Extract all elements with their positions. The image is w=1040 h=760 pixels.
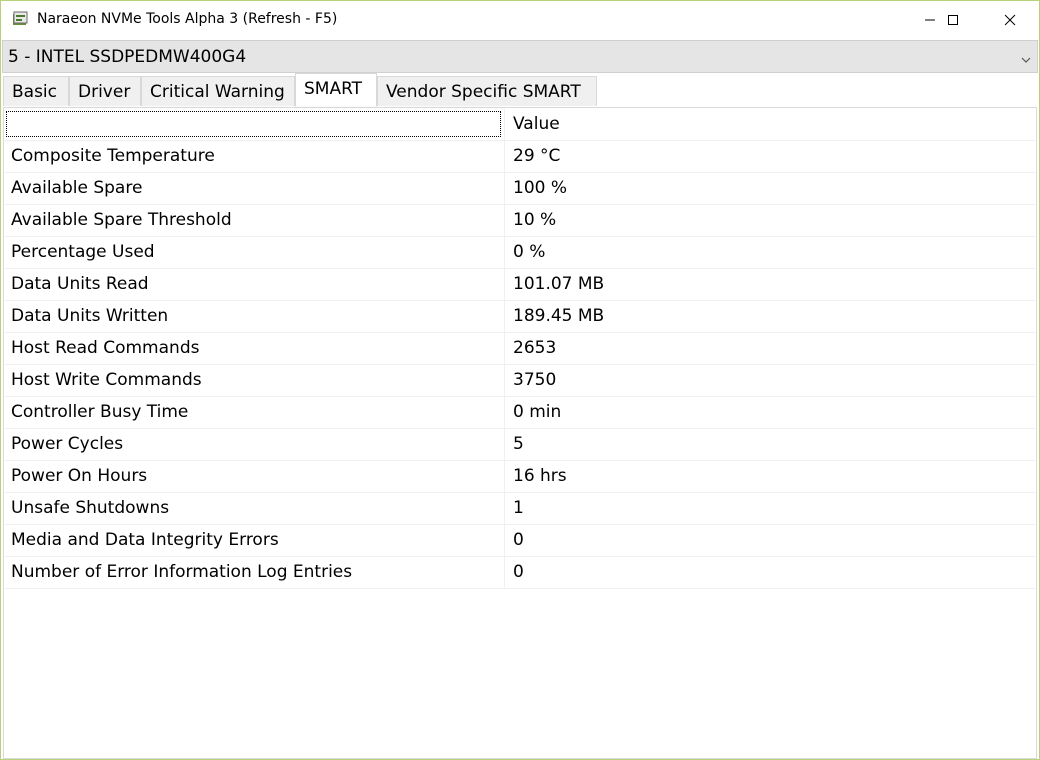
app-window: Naraeon NVMe Tools Alpha 3 (Refresh - F5… xyxy=(0,0,1040,760)
table-row[interactable]: Power On Hours 16 hrs xyxy=(5,461,1035,493)
column-divider xyxy=(504,397,505,428)
attribute-value: 2653 xyxy=(513,338,557,358)
column-divider xyxy=(504,365,505,396)
attribute-name: Available Spare Threshold xyxy=(11,210,232,230)
column-divider xyxy=(504,525,505,556)
table-row[interactable]: Data Units Written 189.45 MB xyxy=(5,301,1035,333)
column-divider xyxy=(504,493,505,524)
column-divider xyxy=(504,141,505,172)
drive-dropdown[interactable]: 5 - INTEL SSDPEDMW400G4 xyxy=(2,40,1038,73)
chevron-down-icon xyxy=(1020,51,1032,63)
maximize-button[interactable] xyxy=(930,1,976,39)
attribute-value: 189.45 MB xyxy=(513,306,605,326)
tab-basic[interactable]: Basic xyxy=(3,76,69,106)
close-button[interactable] xyxy=(987,1,1033,39)
value-column-header[interactable]: Value xyxy=(513,109,560,140)
table-row[interactable]: Number of Error Information Log Entries … xyxy=(5,557,1035,589)
table-row[interactable]: Controller Busy Time 0 min xyxy=(5,397,1035,429)
close-icon xyxy=(1004,11,1016,30)
attribute-value: 10 % xyxy=(513,210,557,230)
column-divider xyxy=(504,333,505,364)
drive-dropdown-value: 5 - INTEL SSDPEDMW400G4 xyxy=(8,47,247,67)
attribute-value: 0 xyxy=(513,530,524,550)
smart-table: Value Composite Temperature 29 °C Availa… xyxy=(5,109,1035,589)
attribute-name: Percentage Used xyxy=(11,242,155,262)
table-row[interactable]: Host Write Commands 3750 xyxy=(5,365,1035,397)
table-row[interactable]: Unsafe Shutdowns 1 xyxy=(5,493,1035,525)
name-column-header[interactable] xyxy=(6,111,501,137)
attribute-value: 29 °C xyxy=(513,146,561,166)
table-row[interactable]: Data Units Read 101.07 MB xyxy=(5,269,1035,301)
attribute-value: 16 hrs xyxy=(513,466,567,486)
table-row[interactable]: Power Cycles 5 xyxy=(5,429,1035,461)
tab-driver[interactable]: Driver xyxy=(69,76,141,106)
window-title: Naraeon NVMe Tools Alpha 3 (Refresh - F5… xyxy=(37,11,338,27)
attribute-name: Controller Busy Time xyxy=(11,402,189,422)
attribute-name: Unsafe Shutdowns xyxy=(11,498,170,518)
maximize-icon xyxy=(947,11,959,30)
attribute-name: Composite Temperature xyxy=(11,146,215,166)
column-divider xyxy=(504,237,505,268)
attribute-name: Number of Error Information Log Entries xyxy=(11,562,353,582)
column-divider xyxy=(504,173,505,204)
column-divider xyxy=(504,557,505,588)
tab-smart[interactable]: SMART xyxy=(295,73,377,107)
title-bar: Naraeon NVMe Tools Alpha 3 (Refresh - F5… xyxy=(1,1,1039,39)
attribute-value: 3750 xyxy=(513,370,557,390)
table-row[interactable]: Composite Temperature 29 °C xyxy=(5,141,1035,173)
attribute-value: 100 % xyxy=(513,178,568,198)
column-divider xyxy=(504,109,505,140)
attribute-name: Power On Hours xyxy=(11,466,148,486)
attribute-name: Data Units Written xyxy=(11,306,169,326)
column-divider xyxy=(504,461,505,492)
app-icon xyxy=(12,11,28,27)
attribute-value: 0 % xyxy=(513,242,546,262)
column-divider xyxy=(504,429,505,460)
attribute-name: Power Cycles xyxy=(11,434,124,454)
table-row[interactable]: Host Read Commands 2653 xyxy=(5,333,1035,365)
table-header-row: Value xyxy=(5,109,1035,141)
tab-strip: Basic Driver Critical Warning SMART Vend… xyxy=(3,73,1037,107)
attribute-name: Available Spare xyxy=(11,178,143,198)
attribute-value: 1 xyxy=(513,498,524,518)
attribute-value: 0 min xyxy=(513,402,562,422)
column-divider xyxy=(504,269,505,300)
tab-critical-warning[interactable]: Critical Warning xyxy=(141,76,295,106)
attribute-name: Host Read Commands xyxy=(11,338,200,358)
attribute-value: 5 xyxy=(513,434,524,454)
tab-vendor-specific-smart[interactable]: Vendor Specific SMART xyxy=(377,76,597,106)
attribute-name: Media and Data Integrity Errors xyxy=(11,530,279,550)
column-divider xyxy=(504,301,505,332)
attribute-value: 101.07 MB xyxy=(513,274,605,294)
table-row[interactable]: Percentage Used 0 % xyxy=(5,237,1035,269)
attribute-value: 0 xyxy=(513,562,524,582)
column-divider xyxy=(504,205,505,236)
table-row[interactable]: Available Spare Threshold 10 % xyxy=(5,205,1035,237)
attribute-name: Host Write Commands xyxy=(11,370,202,390)
table-row[interactable]: Media and Data Integrity Errors 0 xyxy=(5,525,1035,557)
attribute-name: Data Units Read xyxy=(11,274,149,294)
table-row[interactable]: Available Spare 100 % xyxy=(5,173,1035,205)
